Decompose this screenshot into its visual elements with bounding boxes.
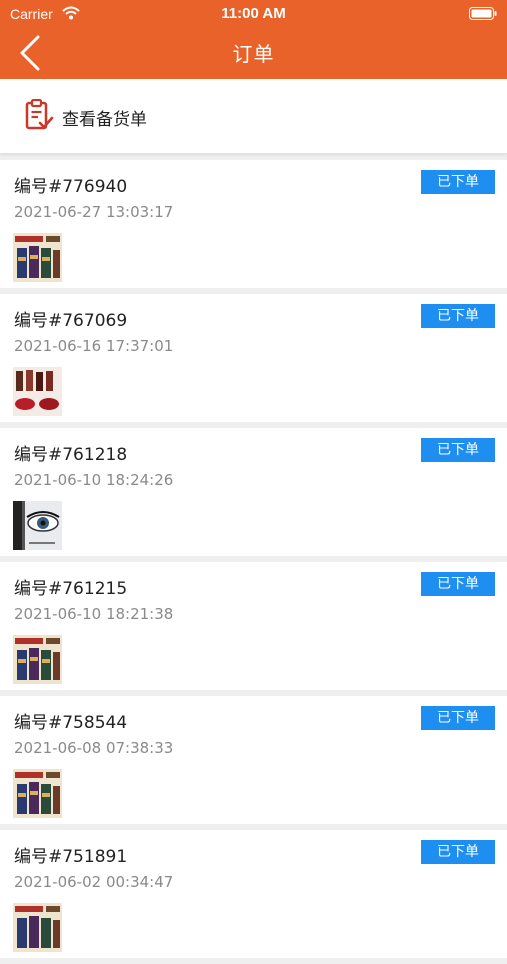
order-status-badge: 已下单 [421,572,495,596]
clipboard-check-icon [25,99,54,130]
order-date: 2021-06-10 18:21:38 [14,605,174,623]
order-date: 2021-06-02 00:34:47 [14,873,174,891]
product-thumbnail[interactable] [13,367,62,416]
view-stock-list-button[interactable]: 查看备货单 [0,79,507,153]
order-item[interactable]: 编号#751891 2021-06-02 00:34:47 已下单 [0,830,507,958]
order-list: 编号#776940 2021-06-27 13:03:17 已下单 编号#767… [0,160,507,964]
order-item[interactable]: 编号#776940 2021-06-27 13:03:17 已下单 [0,160,507,288]
view-stock-list-label: 查看备货单 [62,110,147,130]
page-title: 订单 [232,42,275,66]
battery-icon [469,7,497,20]
status-time: 11:00 AM [221,5,286,22]
product-thumbnail[interactable] [13,903,62,952]
order-date: 2021-06-08 07:38:33 [14,739,174,757]
order-item[interactable]: 编号#758544 2021-06-08 07:38:33 已下单 [0,696,507,824]
order-status-badge: 已下单 [421,304,495,328]
product-thumbnail[interactable] [13,501,62,550]
order-item[interactable]: 编号#761215 2021-06-10 18:21:38 已下单 [0,562,507,690]
order-status-badge: 已下单 [421,438,495,462]
order-status-badge: 已下单 [421,706,495,730]
order-number: 编号#761215 [14,579,128,599]
order-number: 编号#776940 [14,177,128,197]
order-status-badge: 已下单 [421,840,495,864]
product-thumbnail[interactable] [13,233,62,282]
status-bar: Carrier 11:00 AM [0,0,507,28]
order-number: 编号#751891 [14,847,128,867]
order-number: 编号#761218 [14,445,128,465]
navigation-header: Carrier 11:00 AM 订单 [0,0,507,79]
product-thumbnail[interactable] [13,769,62,818]
product-thumbnail[interactable] [13,635,62,684]
order-number: 编号#767069 [14,311,128,331]
order-number: 编号#758544 [14,713,128,733]
order-date: 2021-06-27 13:03:17 [14,203,174,221]
order-date: 2021-06-10 18:24:26 [14,471,174,489]
order-date: 2021-06-16 17:37:01 [14,337,174,355]
order-status-badge: 已下单 [421,170,495,194]
order-item[interactable]: 编号#761218 2021-06-10 18:24:26 已下单 [0,428,507,556]
order-item[interactable]: 编号#767069 2021-06-16 17:37:01 已下单 [0,294,507,422]
